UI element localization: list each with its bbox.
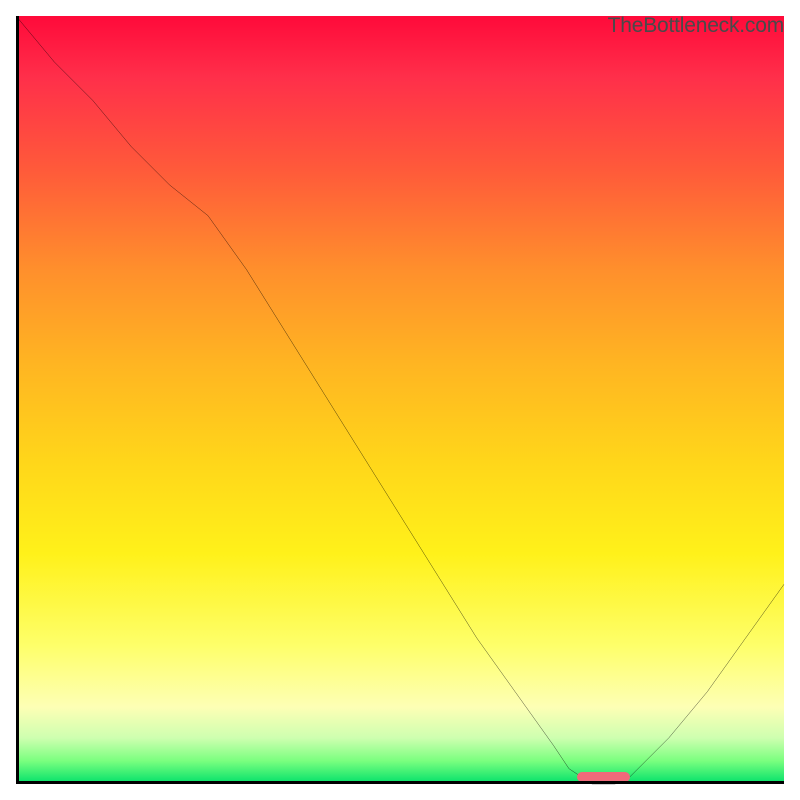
valley-marker bbox=[577, 772, 631, 782]
bottleneck-curve bbox=[16, 16, 784, 784]
plot-area: TheBottleneck.com bbox=[16, 16, 784, 784]
curve-path bbox=[16, 16, 784, 784]
watermark-text: TheBottleneck.com bbox=[608, 14, 784, 38]
bottleneck-chart: TheBottleneck.com bbox=[0, 0, 800, 800]
